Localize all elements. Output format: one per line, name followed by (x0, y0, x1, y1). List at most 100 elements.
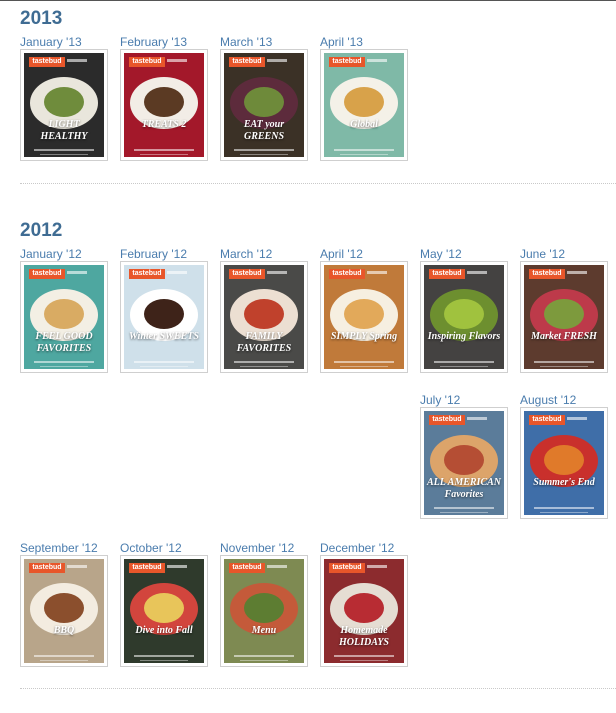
issue-link[interactable]: January '12 (20, 247, 108, 261)
cover-footer-line (240, 154, 288, 155)
cover-footer-line (534, 361, 594, 363)
brand-logo: tastebud (529, 269, 565, 279)
brand-logo: tastebud (329, 57, 365, 67)
issue-item: February '13 tastebud TREATS 2 (120, 35, 208, 161)
issue-link[interactable]: November '12 (220, 541, 308, 555)
issue-link[interactable]: August '12 (520, 393, 608, 407)
issue-link[interactable]: January '13 (20, 35, 108, 49)
cover-image: tastebud Market FRESH (524, 265, 604, 369)
cover-thumbnail[interactable]: tastebud Global (320, 49, 408, 161)
cover-thumbnail[interactable]: tastebud FEEL GOOD FAVORITES (20, 261, 108, 373)
cover-image: tastebud BBQ (24, 559, 104, 663)
issue-link[interactable]: April '13 (320, 35, 408, 49)
cover-thumbnail[interactable]: tastebud TREATS 2 (120, 49, 208, 161)
food-shape (44, 299, 84, 329)
brand-logo: tastebud (129, 57, 165, 67)
masthead-tagline (367, 271, 387, 274)
cover-thumbnail[interactable]: tastebud FAMILY FAVORITES (220, 261, 308, 373)
food-shape (144, 593, 184, 623)
cover-thumbnail[interactable]: tastebud Inspiring Flavors (420, 261, 508, 373)
masthead-tagline (167, 271, 187, 274)
brand-logo: tastebud (229, 563, 265, 573)
cover-footer-line (40, 366, 88, 367)
issue-link[interactable]: March '12 (220, 247, 308, 261)
cover-title: Homemade HOLIDAYS (338, 625, 389, 648)
cover-title: EAT your GREENS (243, 119, 285, 142)
brand-logo: tastebud (129, 563, 165, 573)
issue-item: May '12 tastebud Inspiring Flavors (420, 247, 508, 373)
cover-image: tastebud Summer's End (524, 411, 604, 515)
cover-footer-line (334, 149, 394, 151)
issue-link[interactable]: July '12 (420, 393, 508, 407)
masthead-tagline (467, 417, 487, 420)
cover-image: tastebud EAT your GREENS (224, 53, 304, 157)
cover-footer-line (34, 655, 94, 657)
cover-footer-line (234, 655, 294, 657)
cover-thumbnail[interactable]: tastebud ALL AMERICAN Favorites (420, 407, 508, 519)
cover-footer-line (134, 149, 194, 151)
brand-logo: tastebud (229, 269, 265, 279)
masthead-tagline (267, 565, 287, 568)
food-shape (544, 445, 584, 475)
cover-title: ALL AMERICAN Favorites (427, 477, 501, 500)
food-shape (144, 87, 184, 117)
food-shape (344, 299, 384, 329)
cover-thumbnail[interactable]: tastebud Market FRESH (520, 261, 608, 373)
food-shape (344, 87, 384, 117)
cover-footer-line (340, 660, 388, 661)
issue-item: August '12 tastebud Summer's End (520, 393, 608, 519)
issue-link[interactable]: June '12 (520, 247, 608, 261)
cover-image: tastebud SIMPLY Spring (324, 265, 404, 369)
cover-thumbnail[interactable]: tastebud EAT your GREENS (220, 49, 308, 161)
issue-item: July '12 tastebud ALL AMERICAN Favorites (420, 393, 508, 519)
cover-footer-line (40, 154, 88, 155)
cover-thumbnail[interactable]: tastebud Homemade HOLIDAYS (320, 555, 408, 667)
section-divider (20, 688, 616, 689)
cover-footer-line (40, 660, 88, 661)
masthead-tagline (567, 271, 587, 274)
cover-footer-line (34, 149, 94, 151)
masthead-tagline (467, 271, 487, 274)
masthead-tagline (567, 417, 587, 420)
cover-thumbnail[interactable]: tastebud Summer's End (520, 407, 608, 519)
masthead-tagline (267, 59, 287, 62)
issue-link[interactable]: December '12 (320, 541, 408, 555)
issue-item: September '12 tastebud BBQ (20, 541, 108, 667)
cover-footer-line (334, 655, 394, 657)
cover-footer-line (434, 507, 494, 509)
cover-title: Summer's End (533, 477, 595, 488)
cover-footer-line (540, 366, 588, 367)
cover-thumbnail[interactable]: tastebud Winter SWEETS (120, 261, 208, 373)
issue-link[interactable]: May '12 (420, 247, 508, 261)
masthead-tagline (67, 59, 87, 62)
cover-title: Market FRESH (531, 331, 597, 342)
cover-title: Winter SWEETS (129, 331, 199, 342)
food-shape (44, 87, 84, 117)
food-shape (444, 299, 484, 329)
cover-thumbnail[interactable]: tastebud BBQ (20, 555, 108, 667)
food-shape (44, 593, 84, 623)
cover-footer-line (240, 660, 288, 661)
issue-link[interactable]: April '12 (320, 247, 408, 261)
issue-link[interactable]: February '12 (120, 247, 208, 261)
cover-image: tastebud ALL AMERICAN Favorites (424, 411, 504, 515)
issue-link[interactable]: October '12 (120, 541, 208, 555)
cover-thumbnail[interactable]: tastebud Menu (220, 555, 308, 667)
brand-logo: tastebud (529, 415, 565, 425)
cover-title: BBQ (53, 625, 75, 636)
issue-link[interactable]: March '13 (220, 35, 308, 49)
issue-link[interactable]: September '12 (20, 541, 108, 555)
brand-logo: tastebud (29, 57, 65, 67)
cover-image: tastebud Global (324, 53, 404, 157)
cover-thumbnail[interactable]: tastebud SIMPLY Spring (320, 261, 408, 373)
cover-thumbnail[interactable]: tastebud Dive into Fall (120, 555, 208, 667)
brand-logo: tastebud (329, 563, 365, 573)
brand-logo: tastebud (129, 269, 165, 279)
cover-title: Dive into Fall (135, 625, 193, 636)
issue-link[interactable]: February '13 (120, 35, 208, 49)
cover-image: tastebud Dive into Fall (124, 559, 204, 663)
cover-thumbnail[interactable]: tastebud LIGHT HEALTHY (20, 49, 108, 161)
cover-footer-line (340, 366, 388, 367)
cover-footer-line (234, 149, 294, 151)
year-heading: 2012 (20, 220, 63, 241)
